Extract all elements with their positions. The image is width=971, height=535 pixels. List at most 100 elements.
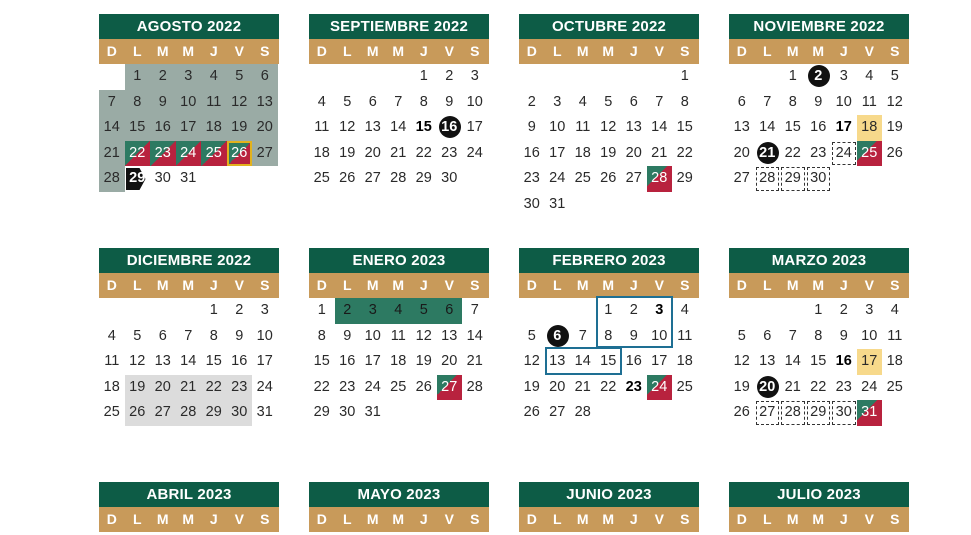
day-number: 27 — [625, 170, 642, 186]
day-cell: 13 — [437, 324, 463, 350]
weekday-label: D — [526, 277, 537, 293]
day-number: 28 — [759, 170, 776, 186]
day-cell: 1 — [780, 64, 806, 90]
day-cell: 11 — [882, 324, 908, 350]
weekday-label: L — [552, 511, 562, 527]
weekday-label: S — [260, 511, 270, 527]
month-mayo-2023: MAYO 2023 D L M M J V S — [309, 482, 489, 532]
weekday-label: J — [839, 277, 848, 293]
day-cell: 23 — [226, 374, 252, 400]
day-number: 30 — [810, 170, 827, 186]
day-number: 30 — [339, 404, 356, 420]
day-cell: 15 — [780, 115, 806, 141]
day-number: 24 — [180, 144, 197, 161]
day-number: 2 — [527, 93, 536, 110]
day-cell: 19 — [335, 141, 361, 167]
day-number: 1 — [680, 68, 689, 84]
day-cell: 10 — [462, 90, 488, 116]
day-cell: 7 — [176, 324, 202, 350]
day-cell: 19 — [411, 349, 437, 375]
day-cell: 9 — [227, 324, 253, 350]
day-number: 10 — [835, 93, 852, 110]
day-cell: 20 — [252, 115, 278, 141]
weekday-header: DLMMJVS — [309, 39, 489, 64]
day-cell: 9 — [831, 324, 857, 350]
weekday-label: M — [392, 511, 405, 527]
day-cell: 28 — [646, 166, 672, 192]
empty-cell — [570, 64, 596, 90]
day-number: 3 — [553, 93, 562, 110]
day-number: 20 — [441, 353, 458, 369]
day-number: 30 — [441, 170, 458, 186]
day-cell: 11 — [570, 115, 596, 141]
day-cell: 17 — [175, 115, 201, 141]
day-number: 15 — [205, 353, 222, 369]
day-number: 1 — [814, 302, 823, 318]
day-cell: 14 — [647, 115, 673, 141]
weekday-label: V — [654, 277, 664, 293]
day-cell: 15 — [309, 349, 335, 375]
day-number: 23 — [441, 144, 458, 161]
day-cell: 14 — [755, 115, 781, 141]
day-number: 7 — [655, 93, 664, 110]
day-cell: 2 — [150, 64, 176, 90]
day-cell: 16 — [806, 115, 832, 141]
day-number: 29 — [784, 170, 801, 186]
day-number: 22 — [784, 144, 801, 161]
weekday-header: DLMMJVS — [519, 39, 699, 64]
day-cell: 30 — [831, 400, 857, 426]
weekday-label: D — [736, 43, 747, 59]
day-number: 4 — [107, 327, 116, 344]
day-cell: 28 — [99, 166, 125, 192]
day-number: 1 — [604, 302, 613, 318]
day-number: 19 — [231, 119, 248, 135]
day-cell: 22 — [124, 140, 150, 166]
empty-cell — [596, 64, 622, 90]
month-noviembre-2022: NOVIEMBRE 2022 D L M M J V S 1 2 3 4 5 6 7 8 9 10 11 12 13 14… — [729, 14, 909, 192]
weekday-label: D — [106, 511, 117, 527]
day-number: 21 — [390, 144, 407, 161]
day-number: 26 — [733, 404, 750, 420]
day-number: 24 — [466, 144, 483, 161]
day-cell: 14 — [570, 349, 596, 375]
day-number: 1 — [133, 68, 142, 84]
empty-cell — [519, 298, 545, 324]
day-number: 13 — [733, 119, 750, 135]
day-number: 29 — [676, 170, 693, 186]
empty-cell — [125, 298, 151, 324]
day-cell: 10 — [252, 324, 278, 350]
day-number: 24 — [861, 378, 878, 395]
day-cell: 8 — [780, 90, 806, 116]
day-cell: 21 — [780, 375, 806, 401]
day-cell: 17 — [360, 349, 386, 375]
weekday-label: S — [470, 277, 480, 293]
day-cell: 27 — [360, 166, 386, 192]
day-number: 12 — [733, 353, 750, 369]
day-number: 30 — [523, 195, 540, 212]
day-cell: 20 — [621, 141, 647, 167]
day-cell: 16 — [335, 349, 361, 375]
weekday-label: J — [209, 277, 218, 293]
day-number: 14 — [390, 119, 407, 135]
day-number: 13 — [549, 353, 566, 369]
day-cell: 5 — [596, 90, 622, 116]
day-number: 26 — [231, 144, 248, 161]
weekday-label: D — [526, 43, 537, 59]
day-cell: 24 — [646, 374, 672, 400]
weekday-label: J — [629, 511, 638, 527]
day-cell: 12 — [226, 89, 252, 115]
day-grid: 1 2 3 4 5 6 7 8 9 10 11 12 13 14 15 16 17 18 19 20 21 22 23 24 2… — [519, 64, 699, 217]
day-number: 12 — [339, 119, 356, 135]
day-cell: 30 — [226, 400, 252, 426]
day-cell: 22 — [309, 375, 335, 401]
day-cell: 19 — [596, 141, 622, 167]
day-cell: 1 — [411, 64, 437, 90]
day-cell: 28 — [386, 166, 412, 192]
day-number: 3 — [368, 302, 377, 318]
day-cell: 1 — [309, 298, 335, 324]
day-cell: 18 — [856, 115, 882, 141]
day-number: 13 — [364, 119, 381, 135]
day-cell: 17 — [647, 349, 673, 375]
day-number: 18 — [390, 353, 407, 369]
day-number: 11 — [390, 327, 406, 344]
